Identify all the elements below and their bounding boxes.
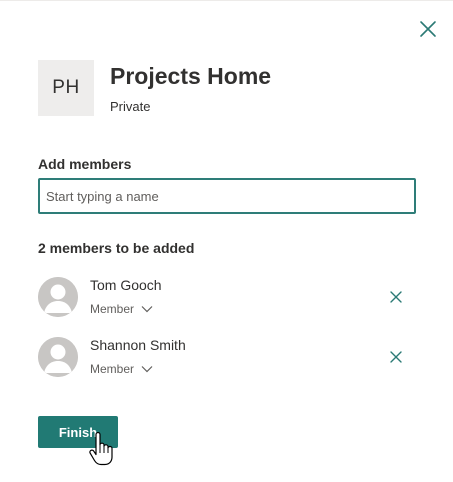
remove-member-button[interactable]	[388, 289, 404, 305]
member-role-label: Member	[90, 362, 135, 376]
member-name: Shannon Smith	[90, 337, 186, 353]
remove-member-button[interactable]	[388, 349, 404, 365]
person-placeholder-icon	[38, 337, 78, 377]
member-row: Tom Gooch Member	[38, 275, 418, 319]
members-count-label: 2 members to be added	[38, 240, 195, 256]
finish-button[interactable]: Finish	[38, 416, 118, 448]
site-initials: PH	[52, 77, 80, 98]
member-role-dropdown[interactable]: Member	[90, 301, 153, 317]
panel-top-divider	[0, 0, 453, 1]
member-role-dropdown[interactable]: Member	[90, 361, 153, 377]
close-icon	[390, 351, 402, 363]
close-icon	[390, 291, 402, 303]
close-button[interactable]	[416, 17, 440, 41]
member-name: Tom Gooch	[90, 277, 162, 293]
site-logo: PH	[38, 60, 94, 116]
chevron-down-icon	[141, 365, 153, 373]
member-row: Shannon Smith Member	[38, 335, 418, 379]
avatar	[38, 277, 78, 317]
person-placeholder-icon	[38, 277, 78, 317]
chevron-down-icon	[141, 305, 153, 313]
member-search-input[interactable]	[40, 180, 414, 212]
member-role-label: Member	[90, 302, 135, 316]
close-icon	[420, 21, 436, 37]
avatar	[38, 337, 78, 377]
site-privacy-label: Private	[110, 99, 151, 114]
site-title: Projects Home	[110, 63, 272, 89]
people-picker[interactable]	[38, 178, 416, 214]
site-header: PH Projects Home Private	[38, 60, 418, 116]
add-members-label: Add members	[38, 156, 132, 172]
